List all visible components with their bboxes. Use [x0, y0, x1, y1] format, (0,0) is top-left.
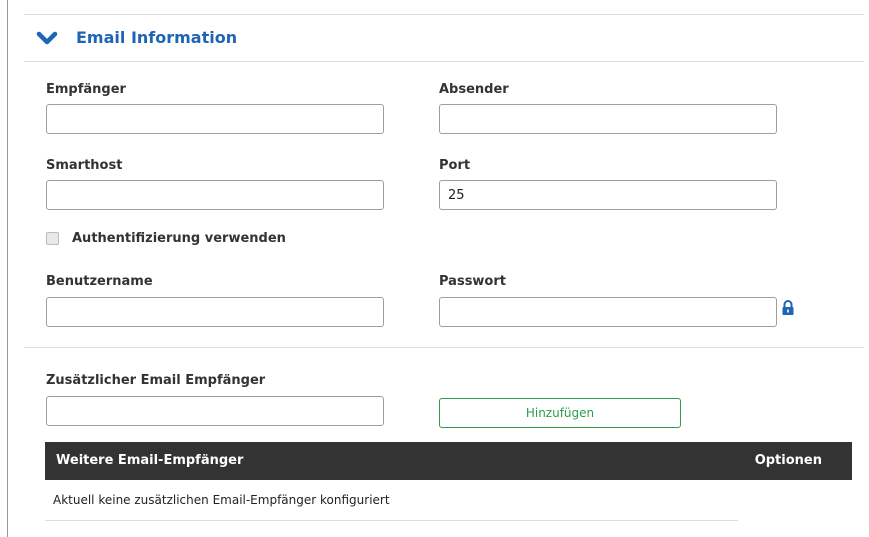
- recipient-label: Empfänger: [46, 82, 126, 97]
- recipient-input[interactable]: [46, 104, 384, 134]
- sender-input[interactable]: [439, 104, 777, 134]
- additional-recipient-label: Zusätzlicher Email Empfänger: [46, 373, 266, 388]
- port-label: Port: [439, 158, 471, 173]
- add-recipient-button[interactable]: Hinzufügen: [439, 398, 681, 428]
- section-header[interactable]: Email Information: [24, 14, 864, 62]
- empty-table-message: Aktuell keine zusätzlichen Email-Empfäng…: [53, 493, 390, 507]
- frame-border: [7, 0, 8, 537]
- table-row: Aktuell keine zusätzlichen Email-Empfäng…: [45, 480, 738, 521]
- username-input[interactable]: [46, 297, 384, 327]
- use-auth-label[interactable]: Authentifizierung verwenden: [72, 231, 286, 247]
- additional-recipient-input[interactable]: [46, 396, 384, 426]
- section-divider: [24, 347, 864, 348]
- username-label: Benutzername: [46, 274, 153, 289]
- sender-label: Absender: [439, 82, 509, 97]
- column-header-options: Optionen: [754, 453, 822, 468]
- password-input[interactable]: [439, 297, 777, 327]
- port-input[interactable]: [439, 180, 777, 210]
- use-auth-checkbox[interactable]: [46, 232, 59, 245]
- column-header-recipients: Weitere Email-Empfänger: [56, 453, 244, 468]
- section-title: Email Information: [76, 28, 238, 47]
- recipients-table-header: Weitere Email-Empfänger Optionen: [45, 442, 852, 480]
- password-label: Passwort: [439, 274, 506, 289]
- smarthost-label: Smarthost: [46, 158, 123, 173]
- chevron-down-icon[interactable]: [36, 27, 58, 49]
- lock-icon[interactable]: [781, 300, 795, 316]
- smarthost-input[interactable]: [46, 180, 384, 210]
